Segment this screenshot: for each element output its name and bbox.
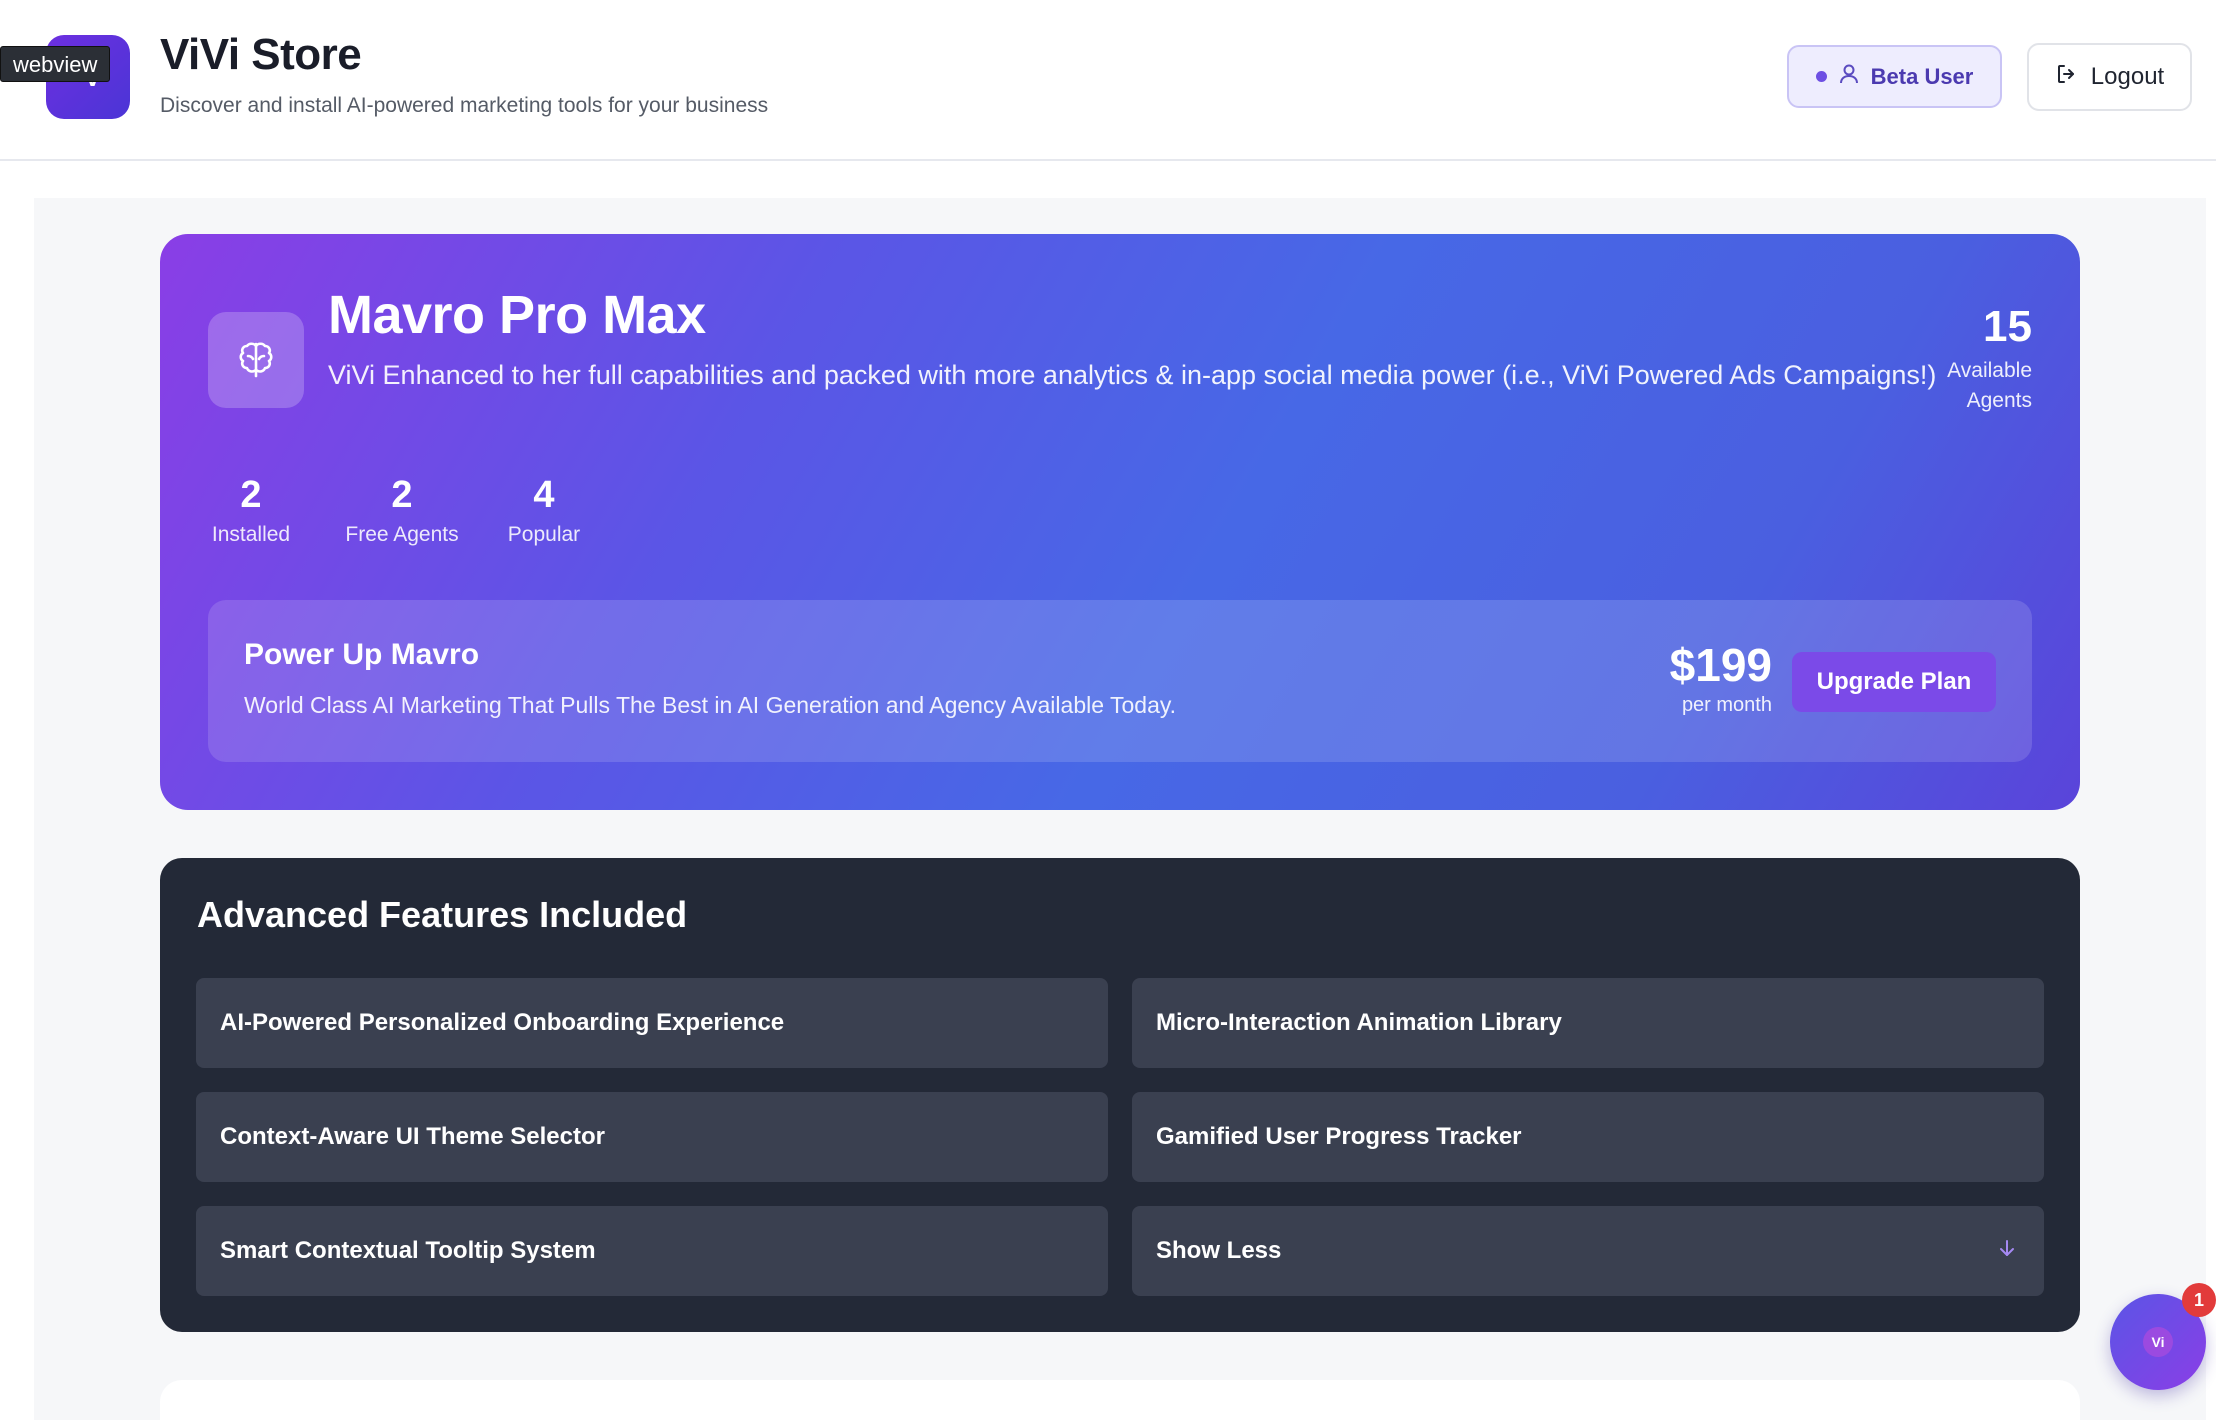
- stat-value: 2: [391, 474, 413, 516]
- stat-value: 2: [240, 474, 262, 516]
- logout-label: Logout: [2090, 63, 2165, 90]
- logout-icon: [2055, 62, 2079, 93]
- power-up-panel: Power Up Mavro World Class AI Marketing …: [208, 600, 2032, 762]
- logout-button[interactable]: Logout: [2027, 43, 2192, 111]
- stat-installed: 2 Installed: [208, 474, 294, 547]
- notification-badge: 1: [2182, 1283, 2216, 1317]
- chat-avatar: Vi: [2143, 1327, 2173, 1357]
- plan-hero-card: Mavro Pro Max ViVi Enhanced to her full …: [160, 234, 2080, 810]
- feature-item: Gamified User Progress Tracker: [1132, 1092, 2044, 1182]
- feature-item: Micro-Interaction Animation Library: [1132, 978, 2044, 1068]
- power-up-title: Power Up Mavro: [244, 638, 480, 671]
- status-dot: [1815, 71, 1827, 82]
- beta-user-label: Beta User: [1870, 63, 1974, 89]
- feature-item: AI-Powered Personalized Onboarding Exper…: [196, 978, 1108, 1068]
- beta-user-button[interactable]: Beta User: [1787, 45, 2002, 108]
- show-less-button[interactable]: Show Less: [1132, 1206, 2044, 1296]
- price-value: $199: [1669, 639, 1772, 691]
- stat-label: Popular: [507, 523, 581, 546]
- feature-item: Context-Aware UI Theme Selector: [196, 1092, 1108, 1182]
- arrow-down-icon: [1998, 1237, 2016, 1265]
- stat-popular: 4 Popular: [504, 474, 584, 547]
- available-agents-count: 15: [1983, 302, 2032, 351]
- stat-label: Installed: [211, 523, 291, 546]
- power-up-description: World Class AI Marketing That Pulls The …: [244, 692, 1177, 718]
- app-page: •V webview ViVi Store Discover and insta…: [0, 0, 2216, 1420]
- brain-icon: [208, 312, 304, 408]
- price-block: $199 per month: [1638, 638, 1772, 717]
- stat-free-agents: 2 Free Agents: [340, 474, 464, 547]
- upgrade-plan-button[interactable]: Upgrade Plan: [1792, 652, 1996, 712]
- app-title: ViVi Store: [160, 30, 362, 79]
- show-less-label: Show Less: [1156, 1237, 1282, 1264]
- next-section-card: [160, 1380, 2080, 1420]
- app-subtitle: Discover and install AI-powered marketin…: [160, 94, 769, 117]
- stat-value: 4: [533, 474, 555, 516]
- top-header: •V webview ViVi Store Discover and insta…: [0, 0, 2216, 161]
- plan-title: Mavro Pro Max: [328, 285, 706, 345]
- stat-label: Free Agents: [345, 523, 459, 546]
- price-unit: per month: [1681, 694, 1772, 716]
- available-agents-stat: 15 Available Agents: [1892, 302, 2032, 416]
- plan-description: ViVi Enhanced to her full capabilities a…: [328, 360, 1937, 390]
- advanced-features-card: Advanced Features Included AI-Powered Pe…: [160, 858, 2080, 1332]
- user-icon: [1839, 63, 1859, 91]
- available-agents-label: Available Agents: [1947, 359, 2032, 412]
- webview-tooltip: webview: [0, 46, 111, 82]
- features-title: Advanced Features Included: [197, 894, 688, 935]
- feature-item: Smart Contextual Tooltip System: [196, 1206, 1108, 1296]
